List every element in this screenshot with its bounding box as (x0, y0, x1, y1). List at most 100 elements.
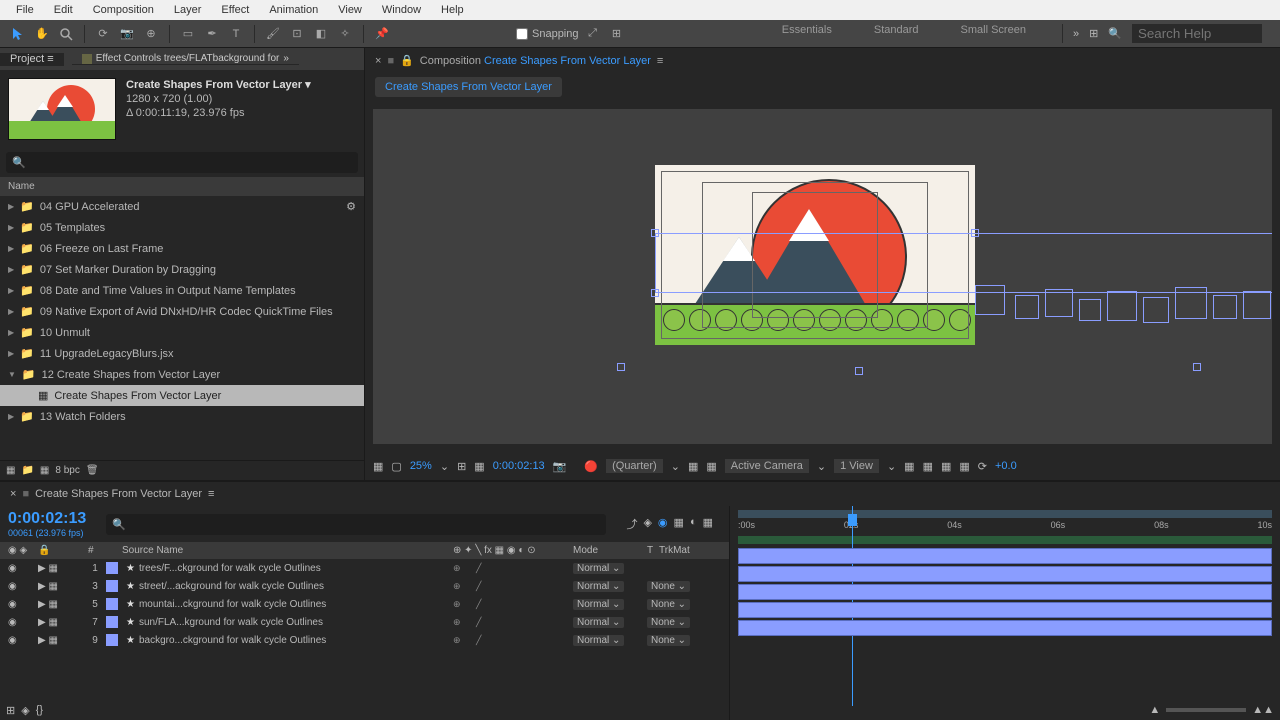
zoom-in-icon[interactable]: ▲▲ (1252, 704, 1274, 716)
tl-toggle2-icon[interactable]: ◈ (21, 704, 29, 717)
project-search[interactable]: 🔍 (6, 152, 358, 173)
alpha-icon[interactable]: ▢ (391, 460, 401, 473)
mag-icon[interactable]: ▦ (373, 460, 383, 473)
menu-window[interactable]: Window (372, 4, 431, 16)
camera-tool-icon[interactable]: 📷 (117, 24, 137, 44)
search-icon: 🔍 (1108, 27, 1122, 40)
text-tool-icon[interactable]: T (226, 24, 246, 44)
project-item[interactable]: ▼📁12 Create Shapes from Vector Layer (0, 364, 364, 385)
v2-icon[interactable]: ▦ (923, 460, 933, 473)
lock-icon[interactable]: 🔒 (400, 54, 414, 67)
time-ruler[interactable]: :00s02s 04s06s 08s10s (730, 506, 1280, 546)
v4-icon[interactable]: ▦ (959, 460, 969, 473)
menu-layer[interactable]: Layer (164, 4, 212, 16)
tl-frameblend-icon[interactable]: ◈ (643, 516, 651, 532)
interpret-icon[interactable]: ▦ (6, 465, 15, 476)
workspace-essentials[interactable]: Essentials (776, 24, 838, 43)
new-folder-icon[interactable]: 📁 (21, 465, 33, 476)
layer-row[interactable]: ◉▶ ▦3★street/...ackground for walk cycle… (0, 577, 729, 595)
menu-help[interactable]: Help (431, 4, 474, 16)
layer-row[interactable]: ◉▶ ▦9★backgro...ckground for walk cycle … (0, 631, 729, 649)
zoom-level[interactable]: 25% (410, 460, 432, 472)
bpc-label[interactable]: 8 bpc (55, 465, 79, 476)
composition-viewport[interactable] (373, 109, 1272, 444)
new-comp-icon[interactable]: ▦ (40, 465, 49, 476)
tl-graph-icon[interactable]: ▦ (674, 516, 684, 532)
project-tab[interactable]: Project ≡ (0, 53, 64, 66)
camera-select[interactable]: Active Camera (725, 459, 809, 473)
res-icon[interactable]: ⊞ (457, 460, 466, 473)
zoom-tool-icon[interactable] (56, 24, 76, 44)
project-item[interactable]: ▶📁05 Templates (0, 217, 364, 238)
search-input[interactable] (1132, 24, 1262, 43)
refresh-icon[interactable]: ⟳ (978, 460, 987, 473)
toggle1-icon[interactable]: ▦ (688, 460, 698, 473)
snapshot-icon[interactable]: 📷 (553, 460, 567, 473)
tl-3d-icon[interactable]: ▦ (703, 516, 713, 532)
eraser-tool-icon[interactable]: ◧ (311, 24, 331, 44)
project-item[interactable]: ▶📁06 Freeze on Last Frame (0, 238, 364, 259)
comp-breadcrumb: Composition Create Shapes From Vector La… (420, 55, 651, 67)
puppet-tool-icon[interactable]: 📌 (372, 24, 392, 44)
tl-close-icon[interactable]: × (10, 488, 16, 500)
layer-row[interactable]: ◉▶ ▦1★trees/F...ckground for walk cycle … (0, 559, 729, 577)
main-menu[interactable]: File Edit Composition Layer Effect Anima… (0, 0, 1280, 20)
project-item[interactable]: ▶📁08 Date and Time Values in Output Name… (0, 280, 364, 301)
workspace-overflow-icon[interactable]: » (1073, 28, 1079, 40)
timeline-search[interactable]: 🔍 (106, 514, 606, 535)
project-item[interactable]: ▶📁09 Native Export of Avid DNxHD/HR Code… (0, 301, 364, 322)
menu-effect[interactable]: Effect (211, 4, 259, 16)
effect-controls-tab[interactable]: Effect Controls trees/FLATbackground for… (72, 53, 299, 65)
workspace-menu-icon[interactable]: ⊞ (1089, 27, 1098, 40)
clone-tool-icon[interactable]: ⊡ (287, 24, 307, 44)
trash-icon[interactable]: 🗑 (86, 465, 99, 476)
menu-file[interactable]: File (6, 4, 44, 16)
comp-canvas[interactable] (655, 165, 975, 345)
tl-toggle1-icon[interactable]: ⊞ (6, 704, 15, 717)
menu-view[interactable]: View (328, 4, 372, 16)
pen-tool-icon[interactable]: ✒ (202, 24, 222, 44)
project-item[interactable]: ▶📁10 Unmult (0, 322, 364, 343)
pan-behind-tool-icon[interactable]: ⊕ (141, 24, 161, 44)
tl-toggle3-icon[interactable]: {} (36, 704, 43, 716)
menu-composition[interactable]: Composition (83, 4, 164, 16)
snap-option1-icon[interactable]: ⤢ (583, 24, 603, 44)
view-select[interactable]: 1 View (834, 459, 879, 473)
layer-row[interactable]: ◉▶ ▦5★mountai...ckground for walk cycle … (0, 595, 729, 613)
project-item[interactable]: ▶📁07 Set Marker Duration by Dragging (0, 259, 364, 280)
menu-animation[interactable]: Animation (259, 4, 328, 16)
exposure[interactable]: +0.0 (995, 460, 1017, 472)
close-panel-icon[interactable]: × (375, 55, 381, 67)
timeline-timecode[interactable]: 0:00:02:13 (8, 510, 86, 528)
project-item[interactable]: ▶📁13 Watch Folders (0, 406, 364, 427)
safe-icon[interactable]: ▦ (474, 460, 484, 473)
quality-select[interactable]: (Quarter) (606, 459, 663, 473)
menu-edit[interactable]: Edit (44, 4, 83, 16)
tl-compshy-icon[interactable]: ⤴ (626, 516, 637, 532)
current-time[interactable]: 0:00:02:13 (493, 460, 545, 472)
channel-icon[interactable]: 🔴 (584, 460, 598, 473)
tl-motionblur-icon[interactable]: ◉ (658, 516, 668, 532)
project-item-selected[interactable]: ▦Create Shapes From Vector Layer (0, 385, 364, 406)
layer-row[interactable]: ◉▶ ▦7★sun/FLA...kground for walk cycle O… (0, 613, 729, 631)
comp-nav-pill[interactable]: Create Shapes From Vector Layer (375, 77, 562, 97)
snapping-checkbox[interactable] (516, 28, 528, 40)
selection-tool-icon[interactable] (8, 24, 28, 44)
rotation-tool-icon[interactable]: ⟳ (93, 24, 113, 44)
project-item[interactable]: ▶📁11 UpgradeLegacyBlurs.jsx (0, 343, 364, 364)
roto-tool-icon[interactable]: ✧ (335, 24, 355, 44)
brush-tool-icon[interactable]: 🖌 (263, 24, 283, 44)
timeline-tab[interactable]: Create Shapes From Vector Layer (35, 488, 202, 500)
snap-option2-icon[interactable]: ⊞ (607, 24, 627, 44)
zoom-out-icon[interactable]: ▲ (1149, 704, 1160, 716)
toggle2-icon[interactable]: ▦ (706, 460, 716, 473)
project-name-col[interactable]: Name (0, 177, 364, 196)
rect-tool-icon[interactable]: ▭ (178, 24, 198, 44)
v1-icon[interactable]: ▦ (904, 460, 914, 473)
v3-icon[interactable]: ▦ (941, 460, 951, 473)
tl-aa-icon[interactable]: ◐ (690, 516, 697, 532)
workspace-standard[interactable]: Standard (868, 24, 925, 43)
project-item[interactable]: ▶📁04 GPU Accelerated⚙ (0, 196, 364, 217)
workspace-smallscreen[interactable]: Small Screen (955, 24, 1032, 43)
hand-tool-icon[interactable]: ✋ (32, 24, 52, 44)
